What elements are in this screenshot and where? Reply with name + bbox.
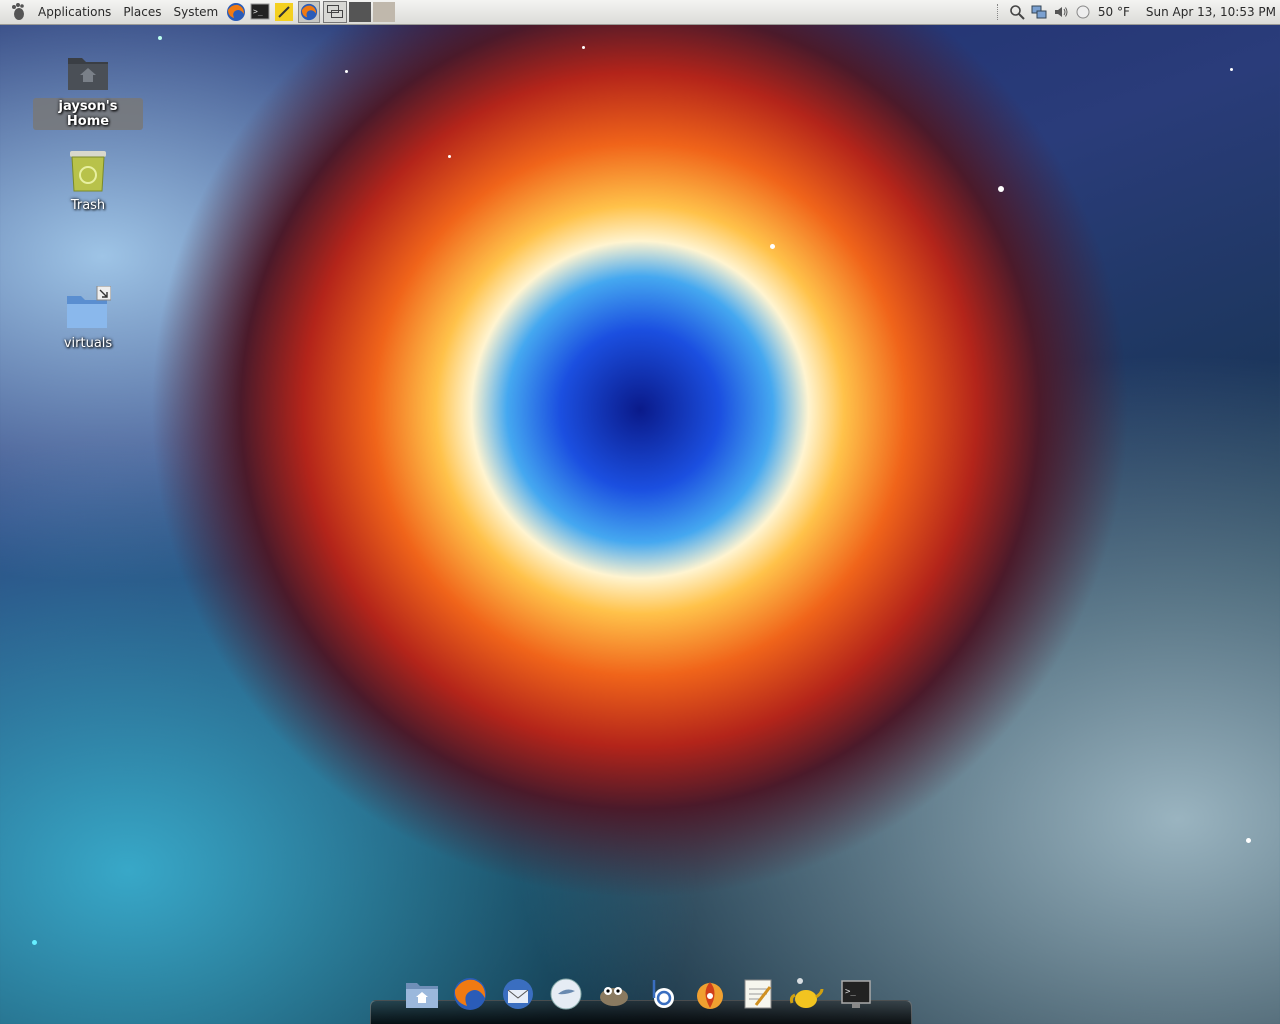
desktop-icon-virtuals[interactable]: virtuals xyxy=(33,284,143,352)
svg-text:>_: >_ xyxy=(253,7,263,16)
banshee-icon[interactable] xyxy=(642,974,682,1014)
weather-temperature[interactable]: 50 °F xyxy=(1094,5,1134,19)
home-folder-icon xyxy=(64,48,112,96)
terminal-icon[interactable]: >_ xyxy=(250,2,270,22)
desktop-icon-label: Trash xyxy=(70,198,106,213)
star xyxy=(582,46,585,49)
weather-icon[interactable] xyxy=(1074,3,1092,21)
teapot-icon[interactable] xyxy=(786,974,826,1014)
gimp-icon[interactable] xyxy=(594,974,634,1014)
star xyxy=(1246,838,1251,843)
thunderbird-icon[interactable] xyxy=(498,974,538,1014)
desktop-icon-label: virtuals xyxy=(63,336,113,351)
star xyxy=(1230,68,1233,71)
star xyxy=(345,70,348,73)
star xyxy=(32,940,37,945)
star xyxy=(998,186,1004,192)
panel-separator xyxy=(996,4,1002,20)
desktop-icon-trash[interactable]: Trash xyxy=(33,146,143,214)
notes-icon[interactable] xyxy=(274,2,294,22)
home-folder-icon[interactable] xyxy=(402,974,442,1014)
terminal-icon[interactable]: >_ xyxy=(836,974,876,1014)
star xyxy=(448,155,451,158)
firefox-icon[interactable] xyxy=(298,1,321,23)
pidgin-icon[interactable] xyxy=(546,974,586,1014)
text-editor-icon[interactable] xyxy=(738,974,778,1014)
desktop-icon-home[interactable]: jayson's Home xyxy=(33,48,143,130)
places-menu[interactable]: Places xyxy=(117,0,167,24)
firefox-icon[interactable] xyxy=(226,2,246,22)
search-icon[interactable] xyxy=(1008,3,1026,21)
desktop-icon-label: jayson's Home xyxy=(33,98,143,130)
folder-link-icon xyxy=(64,284,112,332)
applications-menu[interactable]: Applications xyxy=(32,0,117,24)
system-menu[interactable]: System xyxy=(167,0,224,24)
star xyxy=(770,244,775,249)
svg-text:>_: >_ xyxy=(845,987,856,997)
workspace-1[interactable] xyxy=(323,1,348,23)
top-panel: Applications Places System >_ 50 °F Sun … xyxy=(0,0,1280,25)
firefox-icon[interactable] xyxy=(450,974,490,1014)
network-icon[interactable] xyxy=(1030,3,1048,21)
star xyxy=(158,36,162,40)
trash-icon xyxy=(64,146,112,194)
workspace-3[interactable] xyxy=(373,2,396,22)
volume-icon[interactable] xyxy=(1052,3,1070,21)
brasero-icon[interactable] xyxy=(690,974,730,1014)
clock[interactable]: Sun Apr 13, 10:53 PM xyxy=(1142,5,1280,19)
gnome-foot-icon[interactable] xyxy=(8,2,28,22)
workspace-2[interactable] xyxy=(349,2,372,22)
